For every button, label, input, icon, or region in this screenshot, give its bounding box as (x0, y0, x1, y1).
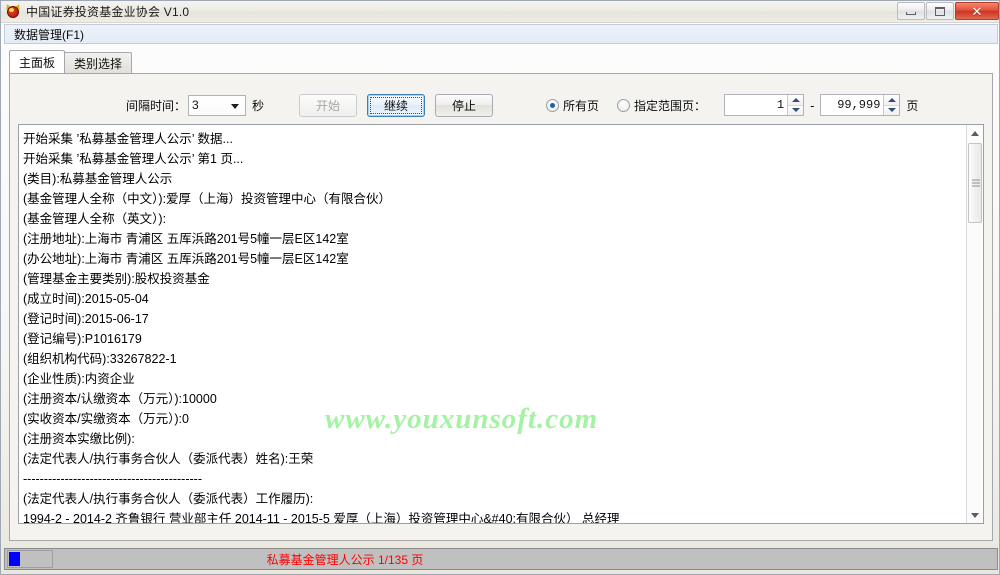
window-title: 中国证券投资基金业协会 V1.0 (26, 5, 190, 19)
log-line: 开始采集 ’私募基金管理人公示’ 数据... (23, 132, 233, 146)
radio-range-pages-indicator (617, 98, 631, 112)
scrollbar-thumb[interactable] (968, 143, 982, 223)
log-line: (法定代表人/执行事务合伙人（委派代表）工作履历): (23, 492, 314, 506)
log-text-area[interactable]: 开始采集 ’私募基金管理人公示’ 数据... 开始采集 ’私募基金管理人公示’ 第… (19, 125, 966, 523)
focus-ring (370, 96, 423, 114)
page-range-from-spinner[interactable]: 1 (724, 94, 805, 116)
stop-button[interactable]: 停止 (435, 93, 494, 117)
log-output-panel: 开始采集 ’私募基金管理人公示’ 数据... 开始采集 ’私募基金管理人公示’ 第… (18, 124, 984, 524)
radio-range-pages[interactable]: 指定范围页： (617, 97, 706, 114)
devil-mascot-icon (4, 2, 22, 20)
log-line: (基金管理人全称（中文）):爱厚（上海）投资管理中心（有限合伙） (23, 192, 392, 206)
scroll-down-arrow-icon (971, 512, 979, 518)
triangle-down-icon (887, 108, 896, 113)
chevron-down-icon (231, 103, 240, 109)
collection-toolbar: 间隔时间： 3 秒 开始 继续 停止 所有页 指定范围页： 1 - 99,999… (10, 90, 992, 120)
triangle-up-icon (887, 97, 896, 102)
tab-strip: 主面板 类别选择 (9, 50, 993, 73)
close-icon: ✕ (971, 3, 983, 19)
log-line: ----------------------------------------… (23, 472, 202, 486)
spin-down-button-to[interactable] (884, 105, 900, 115)
log-line: (法定代表人/执行事务合伙人（委派代表）姓名):王荣 (23, 452, 314, 466)
log-line: (基金管理人全称（英文）): (23, 212, 167, 226)
scroll-up-button[interactable] (967, 125, 983, 141)
log-line: (登记时间):2015-06-17 (23, 312, 149, 326)
tab-main-panel[interactable]: 主面板 (9, 50, 66, 73)
range-separator: - (810, 97, 815, 113)
log-line: (注册资本/认缴资本（万元）):10000 (23, 392, 217, 406)
log-line: (类目):私募基金管理人公示 (23, 172, 173, 186)
interval-time-value: 3 (192, 98, 199, 112)
scrollbar-grip-icon (972, 179, 980, 187)
log-lines-container: 开始采集 ’私募基金管理人公示’ 数据... 开始采集 ’私募基金管理人公示’ 第… (23, 129, 966, 523)
scroll-down-button[interactable] (967, 507, 983, 523)
log-line: (登记编号):P1016179 (23, 332, 142, 346)
radio-all-pages-indicator (546, 98, 560, 112)
page-range-to-spin-buttons (883, 95, 900, 115)
spin-up-button-to[interactable] (884, 95, 900, 106)
log-line: (组织机构代码):33267822-1 (23, 352, 177, 366)
progress-fill (9, 552, 20, 566)
application-window: 中国证券投资基金业协会 V1.0 ✕ 数据管理(F1) 主面板 类别选择 间隔时… (0, 0, 1000, 575)
continue-button[interactable]: 继续 (367, 93, 426, 117)
log-line: (注册地址):上海市 青浦区 五厍浜路201号5幢一层E区142室 (23, 232, 349, 246)
interval-time-combo[interactable]: 3 (188, 94, 247, 116)
triangle-up-icon (791, 97, 800, 102)
spin-down-button-from[interactable] (788, 105, 804, 115)
radio-all-pages-label: 所有页 (563, 98, 600, 113)
log-line: (实收资本/实缴资本（万元）):0 (23, 412, 189, 426)
maximize-icon (935, 6, 945, 16)
interval-unit-label: 秒 (252, 98, 265, 113)
scroll-up-arrow-icon (971, 130, 979, 136)
close-button[interactable]: ✕ (955, 2, 999, 20)
interval-time-label: 间隔时间： (126, 98, 187, 113)
tab-category-selection[interactable]: 类别选择 (64, 52, 133, 73)
tab-page-main-panel: 间隔时间： 3 秒 开始 继续 停止 所有页 指定范围页： 1 - 99,999… (9, 73, 993, 541)
page-range-from-spin-buttons (787, 95, 804, 115)
progress-indicator (7, 550, 53, 568)
menu-bar: 数据管理(F1) (4, 24, 998, 44)
log-line: (成立时间):2015-05-04 (23, 292, 149, 306)
page-unit-label: 页 (906, 98, 919, 113)
page-range-to-spinner[interactable]: 99,999 (820, 94, 901, 116)
title-bar: 中国证券投资基金业协会 V1.0 ✕ (1, 1, 999, 23)
vertical-scrollbar[interactable] (966, 125, 983, 523)
log-line: (办公地址):上海市 青浦区 五厍浜路201号5幢一层E区142室 (23, 252, 349, 266)
log-line: (注册资本实缴比例): (23, 432, 135, 446)
maximize-button[interactable] (926, 2, 954, 20)
radio-all-pages[interactable]: 所有页 (546, 97, 599, 114)
triangle-down-icon (791, 108, 800, 113)
window-controls: ✕ (897, 2, 999, 20)
log-line: (企业性质):内资企业 (23, 372, 135, 386)
minimize-icon (906, 11, 916, 15)
status-bar: 私募基金管理人公示 1/135 页 (4, 548, 998, 570)
minimize-button[interactable] (897, 2, 925, 20)
start-button[interactable]: 开始 (299, 93, 358, 117)
log-line: 开始采集 ’私募基金管理人公示’ 第1 页... (23, 152, 244, 166)
log-line: (管理基金主要类别):股权投资基金 (23, 272, 210, 286)
menu-item-data-management[interactable]: 数据管理(F1) (8, 25, 90, 44)
log-line: 1994-2 - 2014-2 齐鲁银行 营业部主任 2014-11 - 201… (23, 512, 620, 523)
radio-range-pages-label: 指定范围页： (634, 98, 707, 113)
status-message: 私募基金管理人公示 1/135 页 (266, 552, 424, 567)
page-range-from-value: 1 (776, 98, 785, 112)
spin-up-button-from[interactable] (788, 95, 804, 106)
page-range-to-value: 99,999 (837, 98, 881, 112)
